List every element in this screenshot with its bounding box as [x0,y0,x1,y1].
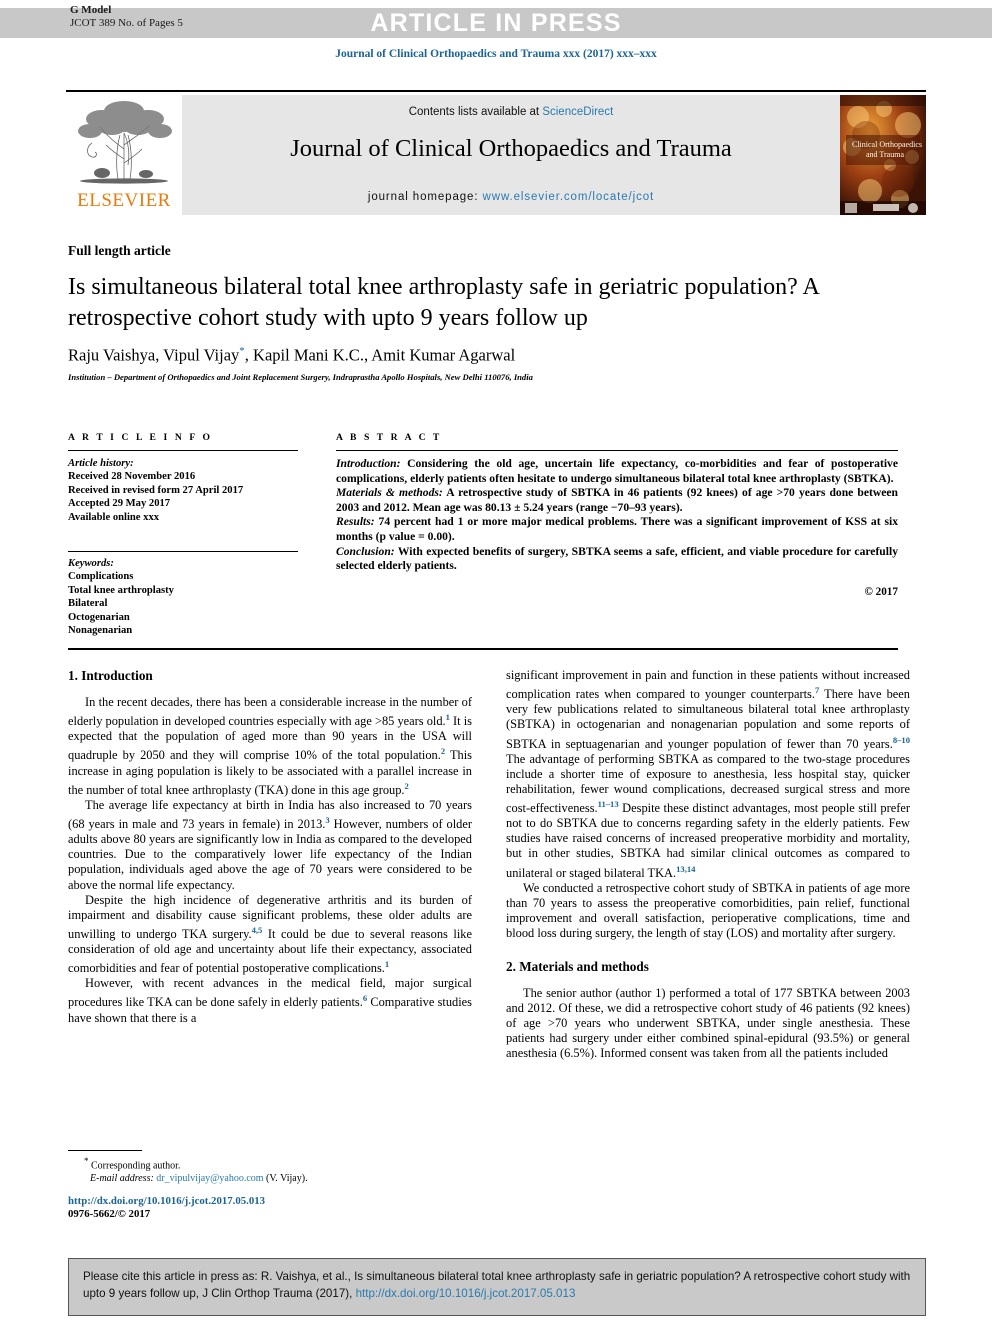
abstract-conclusion-text: With expected benefits of surgery, SBTKA… [336,544,898,573]
author-list: Raju Vaishya, Vipul Vijay*, Kapil Mani K… [68,345,898,366]
elsevier-tree-icon [78,101,172,184]
keyword-item: Complications [68,571,134,583]
paragraph: significant improvement in pain and func… [506,668,910,880]
citation-doi-link[interactable]: http://dx.doi.org/10.1016/j.jcot.2017.05… [356,1287,576,1300]
keywords-block: Keywords: Complications Total knee arthr… [68,557,298,637]
doi-block: http://dx.doi.org/10.1016/j.jcot.2017.05… [68,1195,265,1222]
abstract-rule [336,450,898,451]
issn-line: 0976-5662/© 2017 [68,1208,151,1221]
masthead-center: Contents lists available at ScienceDirec… [182,95,840,215]
keyword-item: Octogenarian [68,611,130,623]
authors-part1: Raju Vaishya, Vipul Vijay [68,345,240,365]
authors-part2: , Kapil Mani K.C., Amit Kumar Agarwal [244,345,516,365]
sciencedirect-link[interactable]: ScienceDirect [542,106,613,118]
keywords-rule [68,551,298,553]
article-info-rule [68,450,298,451]
journal-masthead: ELSEVIER Contents lists available at Sci… [66,90,926,218]
corresponding-author-text: Corresponding author. [91,1160,181,1172]
homepage-prefix: journal homepage: [367,191,483,203]
history-item: Accepted 29 May 2017 [68,498,171,510]
copyright-line: © 2017 [864,585,898,598]
abstract-body: Introduction: Considering the old age, u… [336,457,898,574]
elsevier-wordmark: ELSEVIER [77,190,171,211]
abstract-intro-label: Introduction: [336,457,401,470]
abstract-results: Results: 74 percent had 1 or more major … [336,515,898,544]
g-model-line: G Model [70,4,112,16]
article-info-heading: A R T I C L E I N F O [68,432,213,443]
page-title: Is simultaneous bilateral total knee art… [68,274,819,331]
body-separator-rule [68,648,898,650]
abstract-heading: A B S T R A C T [336,432,442,443]
abstract-introduction: Introduction: Considering the old age, u… [336,457,898,486]
email-note: E-mail address: dr_vipulvijay@yahoo.com … [68,1173,478,1186]
contents-available-line: Contents lists available at ScienceDirec… [182,106,840,118]
paragraph: We conducted a retrospective cohort stud… [506,880,910,940]
history-item: Available online xxx [68,511,160,523]
paper-page: ARTICLE IN PRESS G Model JCOT 389 No. of… [0,0,992,1323]
journal-cover-image: Clinical Orthopaedics and Trauma [840,95,926,215]
g-model-block: G Model JCOT 389 No. of Pages 5 [70,4,183,30]
contents-prefix: Contents lists available at [408,106,543,118]
paragraph: Despite the high incidence of degenerati… [68,892,472,976]
email-link[interactable]: dr_vipulvijay@yahoo.com [156,1173,263,1184]
footnote-star: * [84,1156,89,1166]
journal-title: Journal of Clinical Orthopaedics and Tra… [290,135,732,162]
article-type-label: Full length article [68,243,171,258]
email-suffix: (V. Vijay). [263,1172,308,1184]
footnote-block: * Corresponding author. E-mail address: … [68,1155,478,1186]
paragraph: However, with recent advances in the med… [68,976,472,1025]
elsevier-logo: ELSEVIER [66,95,182,215]
keyword-item: Nonagenarian [68,625,133,637]
doi-link[interactable]: http://dx.doi.org/10.1016/j.jcot.2017.05… [68,1195,265,1208]
keywords-label: Keywords: [68,558,114,570]
paragraph: The senior author (author 1) performed a… [506,986,910,1061]
body-column-right: significant improvement in pain and func… [506,668,910,1062]
paragraph: The average life expectancy at birth in … [68,797,472,892]
article-history-block: Article history: Received 28 November 20… [68,457,298,524]
abstract-methods-label: Materials & methods: [336,486,443,500]
footnote-rule [68,1150,142,1151]
cover-title-line1: Clinical Orthopaedics [852,140,922,149]
citation-box: Please cite this article in press as: R.… [68,1258,926,1316]
email-label: E-mail address: [90,1172,154,1184]
journal-homepage-line: journal homepage: www.elsevier.com/locat… [182,191,840,203]
journal-cover-artwork: Clinical Orthopaedics and Trauma [840,95,926,215]
history-item: Received in revised form 27 April 2017 [68,484,244,496]
jcot-pages-line: JCOT 389 No. of Pages 5 [70,17,183,29]
affiliation-line: Institution – Department of Orthopaedics… [68,372,533,382]
keyword-item: Bilateral [68,598,108,610]
paragraph: In the recent decades, there has been a … [68,695,472,797]
journal-reference-line: Journal of Clinical Orthopaedics and Tra… [335,48,657,60]
citation-text: Please cite this article in press as: R.… [83,1269,911,1302]
abstract-conclusion: Conclusion: With expected benefits of su… [336,545,898,574]
corresponding-author-note: * Corresponding author. [68,1155,478,1173]
cover-title-line2: and Trauma [866,150,904,159]
keyword-item: Total knee arthroplasty [68,584,174,596]
section-heading-introduction: 1. Introduction [68,668,153,683]
abstract-intro-text: Considering the old age, uncertain life … [336,457,898,485]
section-heading-materials-and-methods: 2. Materials and methods [506,959,649,975]
body-column-left: 1. Introduction In the recent decades, t… [68,668,472,1026]
abstract-conclusion-label: Conclusion: [336,544,395,558]
abstract-methods: Materials & methods: A retrospective stu… [336,486,898,515]
abstract-column: A B S T R A C T Introduction: Considerin… [336,432,898,598]
abstract-results-label: Results: [336,515,375,529]
article-history-label: Article history: [68,458,134,469]
history-item: Received 28 November 2016 [68,471,196,483]
abstract-results-text: 74 percent had 1 or more major medical p… [336,515,898,543]
article-info-column: A R T I C L E I N F O Article history: R… [68,432,298,637]
homepage-url-link[interactable]: www.elsevier.com/locate/jcot [483,191,655,203]
